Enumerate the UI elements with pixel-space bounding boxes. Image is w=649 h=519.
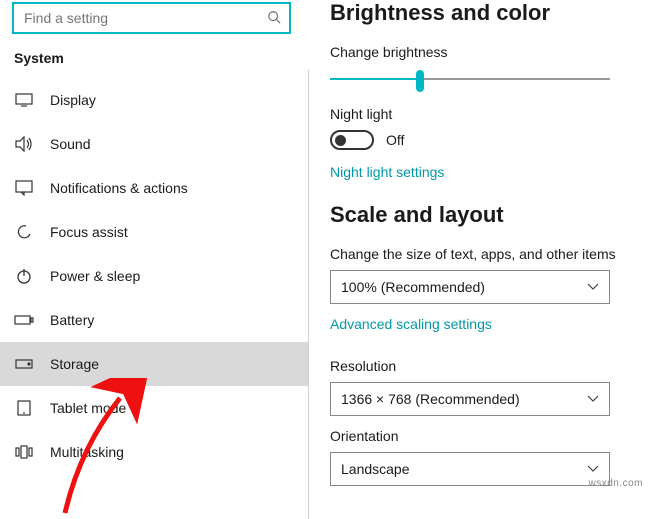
- night-light-toggle[interactable]: [330, 130, 374, 150]
- brightness-section-title: Brightness and color: [330, 0, 629, 26]
- sidebar-item-label: Display: [50, 92, 96, 108]
- sidebar-item-sound[interactable]: Sound: [0, 122, 309, 166]
- watermark: wsxdn.com: [588, 478, 643, 489]
- night-light-state: Off: [386, 132, 404, 148]
- sidebar-item-multitasking[interactable]: Multitasking: [0, 430, 309, 474]
- sidebar-item-storage[interactable]: Storage: [0, 342, 309, 386]
- slider-thumb[interactable]: [416, 70, 424, 92]
- advanced-scaling-link[interactable]: Advanced scaling settings: [330, 316, 492, 332]
- storage-icon: [14, 359, 34, 369]
- scale-dropdown[interactable]: 100% (Recommended): [330, 270, 610, 304]
- resolution-value: 1366 × 768 (Recommended): [341, 391, 520, 407]
- night-light-settings-link[interactable]: Night light settings: [330, 164, 444, 180]
- sidebar-divider: [308, 70, 309, 519]
- sidebar-section-label: System: [0, 44, 309, 78]
- slider-fill: [330, 78, 420, 80]
- search-input[interactable]: [22, 9, 267, 27]
- battery-icon: [14, 314, 34, 326]
- sidebar-item-label: Focus assist: [50, 224, 128, 240]
- sidebar-item-label: Power & sleep: [50, 268, 140, 284]
- chevron-down-icon: [587, 280, 599, 294]
- sidebar-item-label: Notifications & actions: [50, 180, 188, 196]
- chevron-down-icon: [587, 392, 599, 406]
- main-content: Brightness and color Change brightness N…: [310, 0, 649, 519]
- scale-section-title: Scale and layout: [330, 202, 629, 228]
- sidebar-item-focus-assist[interactable]: Focus assist: [0, 210, 309, 254]
- search-input-container[interactable]: [12, 2, 291, 34]
- sidebar-item-tablet-mode[interactable]: Tablet mode: [0, 386, 309, 430]
- chevron-down-icon: [587, 462, 599, 476]
- sidebar-item-notifications[interactable]: Notifications & actions: [0, 166, 309, 210]
- power-icon: [14, 268, 34, 284]
- resolution-label: Resolution: [330, 358, 629, 374]
- sidebar-item-label: Storage: [50, 356, 99, 372]
- multitasking-icon: [14, 445, 34, 459]
- display-icon: [14, 93, 34, 107]
- scale-value: 100% (Recommended): [341, 279, 485, 295]
- orientation-label: Orientation: [330, 428, 629, 444]
- sidebar-item-power-sleep[interactable]: Power & sleep: [0, 254, 309, 298]
- notifications-icon: [14, 180, 34, 196]
- focus-assist-icon: [14, 224, 34, 240]
- sound-icon: [14, 136, 34, 152]
- toggle-knob: [335, 135, 346, 146]
- sidebar-item-display[interactable]: Display: [0, 78, 309, 122]
- tablet-icon: [14, 400, 34, 416]
- sidebar-item-label: Sound: [50, 136, 90, 152]
- sidebar-item-label: Multitasking: [50, 444, 124, 460]
- change-brightness-label: Change brightness: [330, 44, 629, 60]
- sidebar: System Display Sound Notifications & act…: [0, 0, 310, 519]
- night-light-label: Night light: [330, 106, 629, 122]
- brightness-slider[interactable]: [330, 68, 610, 92]
- scale-label: Change the size of text, apps, and other…: [330, 246, 629, 262]
- sidebar-item-label: Battery: [50, 312, 94, 328]
- sidebar-item-label: Tablet mode: [50, 400, 126, 416]
- search-icon: [267, 10, 281, 27]
- resolution-dropdown[interactable]: 1366 × 768 (Recommended): [330, 382, 610, 416]
- orientation-dropdown[interactable]: Landscape: [330, 452, 610, 486]
- sidebar-item-battery[interactable]: Battery: [0, 298, 309, 342]
- orientation-value: Landscape: [341, 461, 410, 477]
